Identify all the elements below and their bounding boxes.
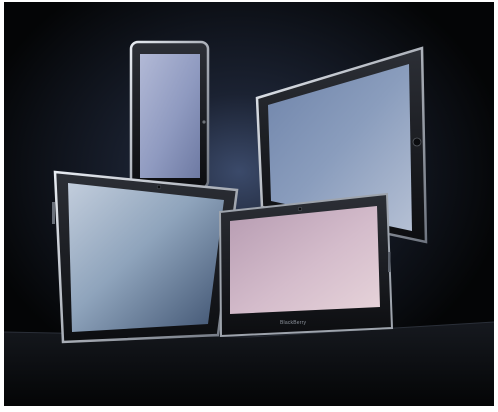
tall-tablet-screen bbox=[140, 54, 200, 178]
playbook-tablet: BlackBerry bbox=[218, 192, 394, 338]
playbook-side-button bbox=[388, 252, 391, 272]
motorola-camera bbox=[156, 184, 162, 190]
playbook-brand-label: BlackBerry bbox=[280, 320, 306, 326]
tablets-photo: BlackBerry bbox=[4, 2, 494, 406]
tall-tablet bbox=[129, 40, 210, 190]
tablets-illustration: BlackBerry bbox=[4, 2, 494, 406]
motorola-screen bbox=[68, 183, 224, 332]
image-frame: BlackBerry bbox=[0, 0, 498, 412]
playbook-screen bbox=[230, 206, 380, 314]
tall-tablet-sensor bbox=[202, 120, 206, 124]
ipad-home-button bbox=[412, 137, 422, 147]
playbook-camera bbox=[297, 206, 303, 212]
motorola-tablet bbox=[52, 170, 239, 344]
motorola-side-port bbox=[52, 202, 55, 224]
